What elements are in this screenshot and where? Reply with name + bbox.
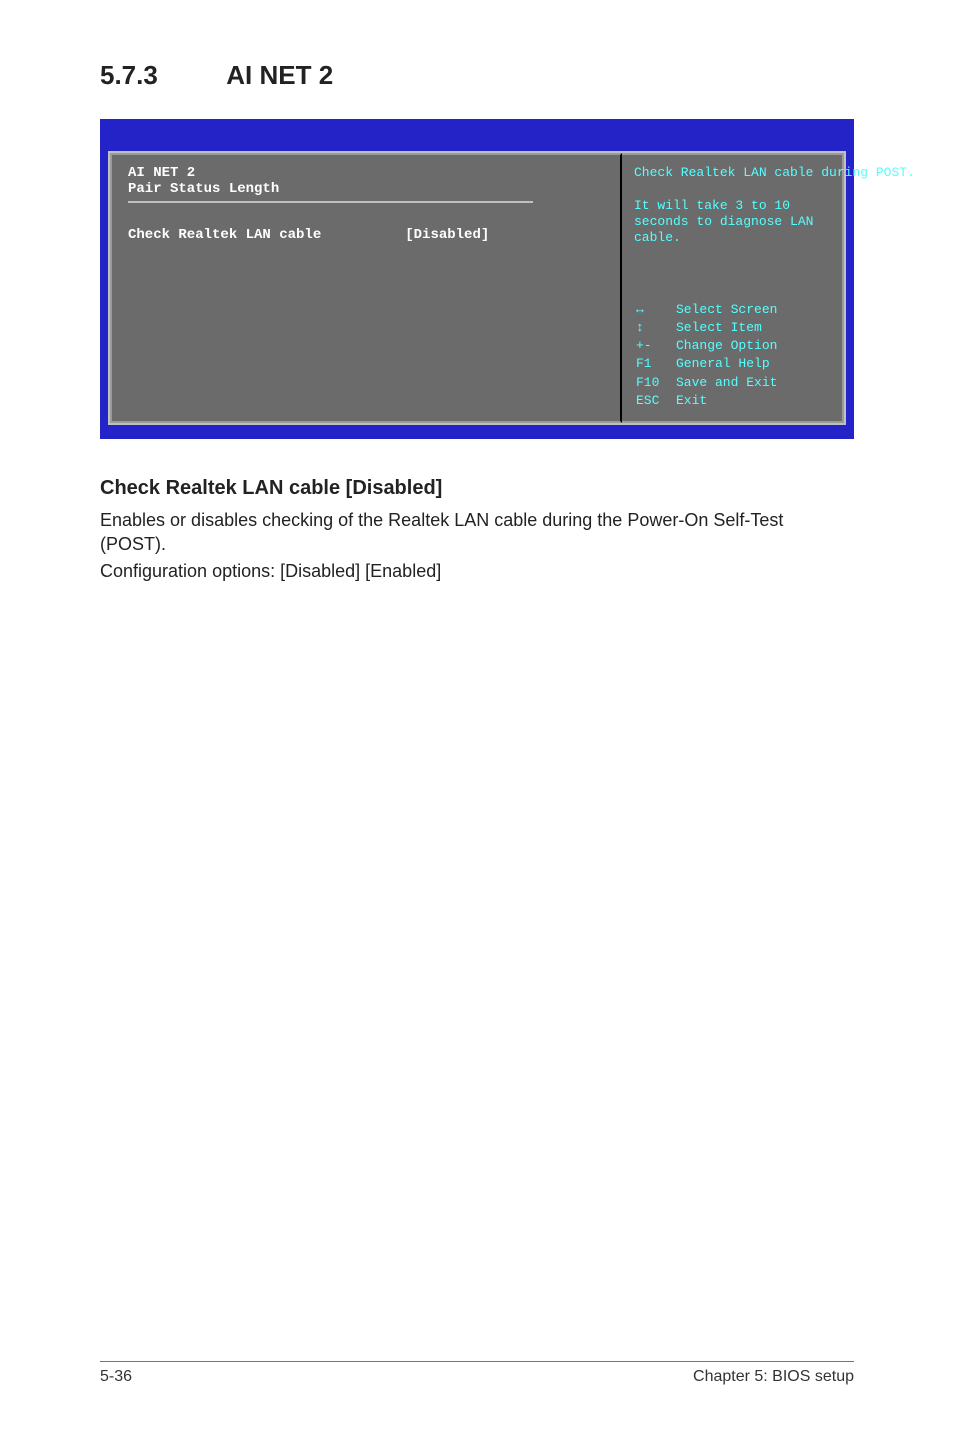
bios-main-panel: AI NET 2 Pair Status Length Check Realte… <box>110 153 622 423</box>
bios-help-text-1: Check Realtek LAN cable during POST. <box>634 165 830 181</box>
section-heading: 5.7.3 AI NET 2 <box>100 60 854 91</box>
page-footer: 5-36 Chapter 5: BIOS setup <box>100 1361 854 1386</box>
section-title-text: AI NET 2 <box>226 60 333 90</box>
page-number: 5-36 <box>100 1368 132 1386</box>
nav-label: Select Item <box>676 320 828 336</box>
arrow-left-right-icon: ↔ <box>636 302 644 317</box>
bios-panel-title: AI NET 2 <box>128 165 604 181</box>
nav-row: F10 Save and Exit <box>636 375 828 391</box>
bios-screenshot: AI NET 2 Pair Status Length Check Realte… <box>100 119 854 439</box>
nav-row: F1 General Help <box>636 356 828 372</box>
nav-key: ESC <box>636 393 674 409</box>
bios-bottom-bar <box>102 425 852 437</box>
body-paragraph-2: Configuration options: [Disabled] [Enabl… <box>100 559 854 583</box>
bios-column-headers: Pair Status Length <box>128 181 604 197</box>
chapter-label: Chapter 5: BIOS setup <box>693 1368 854 1386</box>
bios-option-value: [Disabled] <box>405 227 489 243</box>
nav-row: ↔ Select Screen <box>636 302 828 318</box>
bios-help-panel: Check Realtek LAN cable during POST. It … <box>622 153 844 423</box>
footer-rule <box>100 1361 854 1362</box>
nav-label: Change Option <box>676 338 828 354</box>
nav-label: Select Screen <box>676 302 828 318</box>
nav-row: ESC Exit <box>636 393 828 409</box>
bios-title-bar <box>102 121 852 151</box>
subheading: Check Realtek LAN cable [Disabled] <box>100 477 854 500</box>
arrow-up-down-icon: ↕ <box>636 320 644 335</box>
nav-row: ↕ Select Item <box>636 320 828 336</box>
body-paragraph-1: Enables or disables checking of the Real… <box>100 508 854 557</box>
bios-option-label: Check Realtek LAN cable <box>128 227 321 243</box>
nav-label: General Help <box>676 356 828 372</box>
divider <box>128 201 533 203</box>
bios-option-row[interactable]: Check Realtek LAN cable [Disabled] <box>128 227 604 243</box>
bios-help-text-2: It will take 3 to 10 seconds to diagnose… <box>634 198 830 247</box>
section-number: 5.7.3 <box>100 60 220 91</box>
nav-key: F10 <box>636 375 674 391</box>
nav-row: +- Change Option <box>636 338 828 354</box>
nav-key: F1 <box>636 356 674 372</box>
bios-nav-help: ↔ Select Screen ↕ Select Item +- Change … <box>634 300 830 412</box>
nav-key: +- <box>636 338 674 354</box>
nav-label: Exit <box>676 393 828 409</box>
nav-label: Save and Exit <box>676 375 828 391</box>
